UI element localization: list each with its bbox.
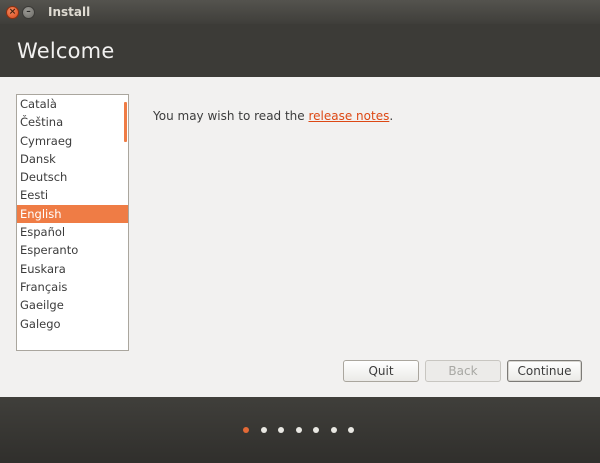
- language-item[interactable]: Gaeilge: [17, 296, 128, 314]
- language-item[interactable]: Dansk: [17, 150, 128, 168]
- language-item[interactable]: English: [17, 204, 128, 224]
- progress-dot: [260, 427, 267, 433]
- language-item[interactable]: Esperanto: [17, 241, 128, 259]
- release-notes-prefix: You may wish to read the: [153, 109, 309, 123]
- progress-dot: [330, 427, 337, 433]
- progress-dot: [278, 427, 284, 433]
- continue-button[interactable]: Continue: [507, 360, 582, 382]
- language-item[interactable]: Cymraeg: [17, 132, 128, 150]
- scrollbar-thumb[interactable]: [124, 102, 127, 142]
- window-title: Install: [48, 5, 91, 19]
- progress-footer: [0, 397, 600, 463]
- minimize-icon[interactable]: –: [22, 5, 35, 19]
- language-item[interactable]: Français: [17, 278, 128, 296]
- release-notes-text: You may wish to read the release notes.: [153, 109, 393, 123]
- language-item[interactable]: Čeština: [17, 113, 128, 131]
- language-list[interactable]: Català Čeština Cymraeg Dansk Deutsch Eesti Eng…: [16, 94, 129, 351]
- progress-dot: [313, 427, 319, 433]
- release-notes-link[interactable]: release notes: [308, 109, 389, 123]
- main-content: Català Čeština Cymraeg Dansk Deutsch Eesti Eng…: [0, 77, 600, 397]
- back-button[interactable]: Back: [425, 360, 501, 382]
- close-icon[interactable]: ×: [6, 5, 19, 19]
- progress-dot: [295, 427, 302, 433]
- language-item[interactable]: Galego: [17, 315, 128, 333]
- window-titlebar: × – Install: [0, 0, 600, 24]
- progress-dot-active: [243, 427, 249, 433]
- release-notes-suffix: .: [389, 109, 394, 123]
- page-title: Welcome: [17, 38, 115, 63]
- language-item[interactable]: Español: [17, 223, 128, 241]
- progress-dots: [243, 427, 366, 433]
- progress-dot: [348, 427, 354, 433]
- language-item[interactable]: Euskara: [17, 260, 128, 278]
- language-item[interactable]: Català: [17, 95, 128, 113]
- language-item[interactable]: Deutsch: [17, 168, 128, 186]
- page-header: Welcome: [0, 24, 600, 77]
- language-item[interactable]: Eesti: [17, 186, 128, 204]
- quit-button[interactable]: Quit: [343, 360, 419, 382]
